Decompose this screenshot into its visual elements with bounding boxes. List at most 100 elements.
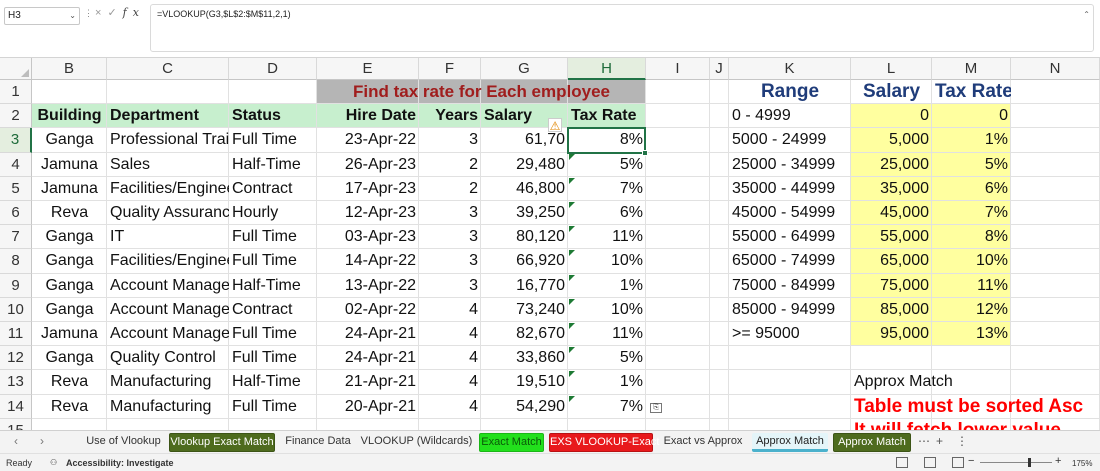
cell-salary[interactable]: 46,800 [481, 177, 568, 201]
column-header-h[interactable]: H [568, 58, 646, 80]
lookup-tax-rate[interactable]: 8% [932, 225, 1011, 249]
tab-approx-match[interactable]: Approx Match [752, 433, 828, 452]
row-header-1[interactable]: 1 [0, 80, 32, 105]
row-header-7[interactable]: 7 [0, 225, 32, 250]
lookup-range[interactable]: 55000 - 64999 [729, 225, 851, 249]
chevron-up-icon[interactable]: ⌃ [1083, 10, 1090, 19]
cell-tax-rate[interactable]: 1% [568, 274, 646, 298]
cell-salary[interactable]: 54,290 [481, 395, 568, 419]
cell-years[interactable]: 4 [419, 370, 481, 394]
cell-years[interactable]: 3 [419, 128, 481, 152]
lookup-tax-rate[interactable]: 13% [932, 322, 1011, 346]
lookup-range[interactable]: 0 - 4999 [729, 104, 851, 128]
note-approx-match[interactable]: Approx Match [851, 370, 1051, 394]
lookup-header-tax-rate[interactable]: Tax Rate [932, 80, 1011, 104]
cell-department[interactable]: Facilities/Engineering [107, 177, 229, 201]
cell-building[interactable]: Jamuna [32, 153, 107, 177]
lookup-range[interactable]: 5000 - 24999 [729, 128, 851, 152]
cell-hire-date[interactable]: 24-Apr-21 [317, 346, 419, 370]
cell-hire-date[interactable]: 03-Apr-23 [317, 225, 419, 249]
column-header-d[interactable]: D [229, 58, 317, 80]
column-header-l[interactable]: L [851, 58, 932, 80]
tab-finance-data[interactable]: Finance Data [282, 433, 354, 452]
column-header-n[interactable]: N [1011, 58, 1100, 80]
cell-tax-rate[interactable]: 5% [568, 153, 646, 177]
lookup-tax-rate[interactable]: 1% [932, 128, 1011, 152]
lookup-range[interactable]: 85000 - 94999 [729, 298, 851, 322]
row-header-9[interactable]: 9 [0, 273, 32, 298]
cell-department[interactable]: Professional Training [107, 128, 229, 152]
column-header-e[interactable]: E [317, 58, 419, 80]
paste-options-icon[interactable]: ⎘ [650, 402, 662, 413]
row-header-10[interactable]: 10 [0, 297, 32, 322]
cell-years[interactable]: 3 [419, 249, 481, 273]
cell-salary[interactable]: 80,120 [481, 225, 568, 249]
warning-icon[interactable]: ⚠ [548, 118, 562, 133]
cell-status[interactable]: Contract [229, 177, 317, 201]
cancel-icon[interactable]: × [95, 7, 107, 19]
cell-salary[interactable]: 73,240 [481, 298, 568, 322]
cell-tax-rate[interactable]: 5% [568, 346, 646, 370]
cell-status[interactable]: Half-Time [229, 153, 317, 177]
row-header-6[interactable]: 6 [0, 201, 32, 226]
cell-department[interactable]: Account Management [107, 298, 229, 322]
header-status[interactable]: Status [229, 104, 317, 128]
lookup-salary[interactable]: 85,000 [851, 298, 932, 322]
cell-building[interactable]: Ganga [32, 249, 107, 273]
cell-status[interactable]: Contract [229, 298, 317, 322]
row-header-15[interactable]: 15 [0, 418, 32, 430]
lookup-tax-rate[interactable]: 0 [932, 104, 1011, 128]
lookup-tax-rate[interactable]: 10% [932, 249, 1011, 273]
column-header-m[interactable]: M [932, 58, 1011, 80]
cell-status[interactable]: Full Time [229, 395, 317, 419]
lookup-header-salary[interactable]: Salary [851, 80, 932, 104]
lookup-range[interactable]: 35000 - 44999 [729, 177, 851, 201]
cell-status[interactable]: Hourly [229, 201, 317, 225]
cell-salary[interactable]: 82,670 [481, 322, 568, 346]
lookup-range[interactable]: 45000 - 54999 [729, 201, 851, 225]
cell-years[interactable]: 2 [419, 177, 481, 201]
cell-salary[interactable]: 33,860 [481, 346, 568, 370]
cell-building[interactable]: Ganga [32, 298, 107, 322]
cell-building[interactable]: Jamuna [32, 322, 107, 346]
select-all-corner[interactable] [0, 58, 32, 80]
tab-use-of-vlookup[interactable]: Use of Vlookup [80, 433, 167, 452]
cell-hire-date[interactable]: 02-Apr-22 [317, 298, 419, 322]
lookup-tax-rate[interactable]: 5% [932, 153, 1011, 177]
lookup-tax-rate[interactable]: 6% [932, 177, 1011, 201]
chevron-right-icon[interactable]: › [40, 434, 44, 448]
tab-vlookup-wildcards-[interactable]: VLOOKUP (Wildcards) [360, 433, 473, 452]
column-header-b[interactable]: B [32, 58, 107, 80]
cell-hire-date[interactable]: 17-Apr-23 [317, 177, 419, 201]
cell-building[interactable]: Ganga [32, 274, 107, 298]
row-header-5[interactable]: 5 [0, 176, 32, 201]
lookup-range[interactable]: 25000 - 34999 [729, 153, 851, 177]
cell-salary[interactable]: 29,480 [481, 153, 568, 177]
cell-salary[interactable]: 16,770 [481, 274, 568, 298]
zoom-out-icon[interactable]: − [968, 455, 974, 467]
cell-status[interactable]: Full Time [229, 225, 317, 249]
column-header-f[interactable]: F [419, 58, 481, 80]
page-layout-icon[interactable] [924, 457, 936, 468]
lookup-salary[interactable]: 65,000 [851, 249, 932, 273]
lookup-salary[interactable]: 25,000 [851, 153, 932, 177]
cell-status[interactable]: Full Time [229, 322, 317, 346]
cell-years[interactable]: 2 [419, 153, 481, 177]
cell-hire-date[interactable]: 26-Apr-23 [317, 153, 419, 177]
note-warning-2[interactable]: It will fetch lower value [851, 419, 1100, 430]
add-sheet-icon[interactable]: + [936, 434, 943, 448]
tab-exs-vlookup-exact[interactable]: EXS VLOOKUP-Exact [549, 433, 659, 452]
row-header-12[interactable]: 12 [0, 346, 32, 371]
column-header-g[interactable]: G [481, 58, 568, 80]
lookup-range[interactable]: 75000 - 84999 [729, 274, 851, 298]
accessibility-status[interactable]: Accessibility: Investigate [66, 458, 174, 468]
cell-building[interactable]: Ganga [32, 128, 107, 152]
lookup-salary[interactable]: 45,000 [851, 201, 932, 225]
more-icon[interactable]: ⋯ [918, 434, 930, 448]
column-header-c[interactable]: C [107, 58, 229, 80]
cell-department[interactable]: Quality Assurance [107, 201, 229, 225]
cell-years[interactable]: 3 [419, 225, 481, 249]
name-box[interactable]: H3 ⌄ [4, 7, 80, 25]
row-header-2[interactable]: 2 [0, 104, 32, 129]
row-header-13[interactable]: 13 [0, 370, 32, 395]
